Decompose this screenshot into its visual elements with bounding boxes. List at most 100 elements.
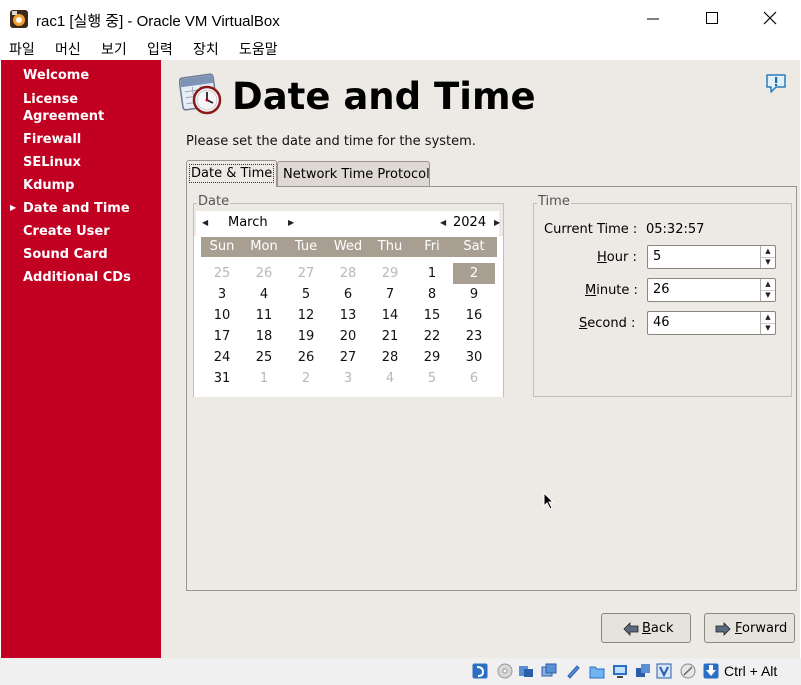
calendar-day[interactable]: 26 [243, 263, 285, 284]
sidebar-item-create-user: Create User [23, 224, 110, 239]
host-key-arrow-icon[interactable] [703, 663, 719, 679]
calendar-day[interactable]: 21 [369, 326, 411, 347]
calendar-year: 2024 [453, 215, 487, 230]
weekday-wed: Wed [333, 239, 363, 254]
calendar-day[interactable]: 1 [243, 368, 285, 389]
current-step-arrow-icon: ▶ [10, 203, 17, 212]
calendar-day[interactable]: 12 [285, 305, 327, 326]
sidebar-item-date-and-time: Date and Time [23, 201, 130, 216]
calendar-day[interactable]: 25 [243, 347, 285, 368]
help-icon[interactable] [765, 72, 787, 94]
date-frame-label: Date [197, 194, 231, 209]
sidebar-item-additional-cds: Additional CDs [23, 270, 131, 285]
calendar-day[interactable]: 10 [201, 305, 243, 326]
menu-help[interactable]: 도움말 [239, 39, 278, 59]
calendar-day[interactable]: 5 [285, 284, 327, 305]
calendar-day[interactable]: 14 [369, 305, 411, 326]
prev-month-icon[interactable]: ◀ [202, 218, 208, 227]
shared-folder-icon[interactable] [565, 663, 581, 679]
next-month-icon[interactable]: ▶ [288, 218, 294, 227]
next-year-icon[interactable]: ▶ [494, 218, 500, 227]
calendar-day[interactable]: 6 [327, 284, 369, 305]
calendar-day[interactable]: 27 [285, 263, 327, 284]
calendar-day[interactable]: 30 [453, 347, 495, 368]
calendar-day[interactable]: 18 [243, 326, 285, 347]
calendar-day[interactable]: 26 [285, 347, 327, 368]
forward-button[interactable]: Forward [704, 613, 795, 643]
prev-year-icon[interactable]: ◀ [440, 218, 446, 227]
menu-input[interactable]: 입력 [147, 39, 173, 59]
calendar-day[interactable]: 15 [411, 305, 453, 326]
calendar[interactable]: ◀ March ▶ ◀ 2024 ▶ Sun Mon Tue Wed Thu Fri Sat… [194, 211, 503, 397]
calendar-day[interactable]: 7 [369, 284, 411, 305]
menu-machine[interactable]: 머신 [55, 39, 81, 59]
calendar-day[interactable]: 29 [369, 263, 411, 284]
sidebar-item-selinux: SELinux [23, 155, 81, 170]
calendar-day[interactable]: 20 [327, 326, 369, 347]
hour-spinner[interactable]: 5 ▲ ▼ [647, 245, 776, 269]
display-icon[interactable] [612, 663, 628, 679]
menu-file[interactable]: 파일 [9, 39, 35, 59]
menu-view[interactable]: 보기 [101, 39, 127, 59]
calendar-day[interactable]: 3 [327, 368, 369, 389]
close-icon[interactable] [755, 6, 785, 32]
network-icon[interactable] [541, 663, 557, 679]
calendar-day[interactable]: 24 [201, 347, 243, 368]
vm-menu-bar: 파일 머신 보기 입력 장치 도움말 [0, 38, 801, 60]
tab-ntp-label: Network Time Protocol [283, 167, 430, 182]
calendar-day[interactable]: 1 [411, 263, 453, 284]
calendar-day[interactable]: 28 [327, 263, 369, 284]
calendar-day[interactable]: 5 [411, 368, 453, 389]
calendar-day[interactable]: 25 [201, 263, 243, 284]
calendar-day[interactable]: 9 [453, 284, 495, 305]
calendar-day[interactable]: 31 [201, 368, 243, 389]
calendar-day[interactable]: 4 [369, 368, 411, 389]
optical-drive-icon[interactable] [472, 663, 488, 679]
second-spinner[interactable]: 46 ▲ ▼ [647, 311, 776, 335]
calendar-day[interactable]: 28 [369, 347, 411, 368]
second-value: 46 [653, 315, 670, 330]
calendar-day[interactable]: 3 [201, 284, 243, 305]
cpu-virtualization-icon[interactable] [656, 663, 672, 679]
calendar-day[interactable]: 13 [327, 305, 369, 326]
calendar-day[interactable]: 4 [243, 284, 285, 305]
minute-down-icon[interactable]: ▼ [761, 290, 775, 301]
guest-display[interactable]: Welcome License Agreement Firewall SELin… [1, 60, 800, 658]
calendar-day[interactable]: 23 [453, 326, 495, 347]
tab-date-and-time[interactable]: Date & Time [186, 160, 277, 187]
back-button-label-rest: ack [650, 621, 674, 636]
weekday-mon: Mon [250, 239, 278, 254]
minute-spinner[interactable]: 26 ▲ ▼ [647, 278, 776, 302]
calendar-day[interactable]: 29 [411, 347, 453, 368]
calendar-day[interactable]: 11 [243, 305, 285, 326]
back-button[interactable]: Back [601, 613, 691, 643]
usb-icon[interactable] [518, 663, 534, 679]
minute-value: 26 [653, 282, 670, 297]
calendar-day[interactable]: 17 [201, 326, 243, 347]
minimize-icon[interactable] [638, 6, 668, 32]
back-arrow-icon [623, 622, 639, 636]
mouse-integration-icon[interactable] [680, 663, 696, 679]
menu-devices[interactable]: 장치 [193, 39, 219, 59]
folder-icon[interactable] [589, 663, 605, 679]
calendar-day[interactable]: 8 [411, 284, 453, 305]
maximize-icon[interactable] [697, 6, 727, 32]
back-button-label: Back [642, 621, 674, 636]
mouse-cursor-icon [543, 492, 555, 510]
audio-icon[interactable] [497, 663, 513, 679]
calendar-day[interactable]: 19 [285, 326, 327, 347]
tab-network-time-protocol[interactable]: Network Time Protocol [277, 161, 430, 186]
weekday-tue: Tue [294, 239, 318, 254]
recording-icon[interactable] [635, 663, 651, 679]
firstboot-sidebar: Welcome License Agreement Firewall SELin… [1, 60, 161, 658]
weekday-sun: Sun [209, 239, 235, 254]
hour-down-icon[interactable]: ▼ [761, 257, 775, 268]
calendar-day[interactable]: 2 [285, 368, 327, 389]
calendar-day[interactable]: 6 [453, 368, 495, 389]
calendar-day[interactable]: 2 [453, 263, 495, 284]
second-down-icon[interactable]: ▼ [761, 323, 775, 334]
calendar-day[interactable]: 16 [453, 305, 495, 326]
calendar-day[interactable]: 27 [327, 347, 369, 368]
calendar-day[interactable]: 22 [411, 326, 453, 347]
window-title-bar[interactable]: rac1 [실행 중] - Oracle VM VirtualBox [0, 0, 801, 38]
